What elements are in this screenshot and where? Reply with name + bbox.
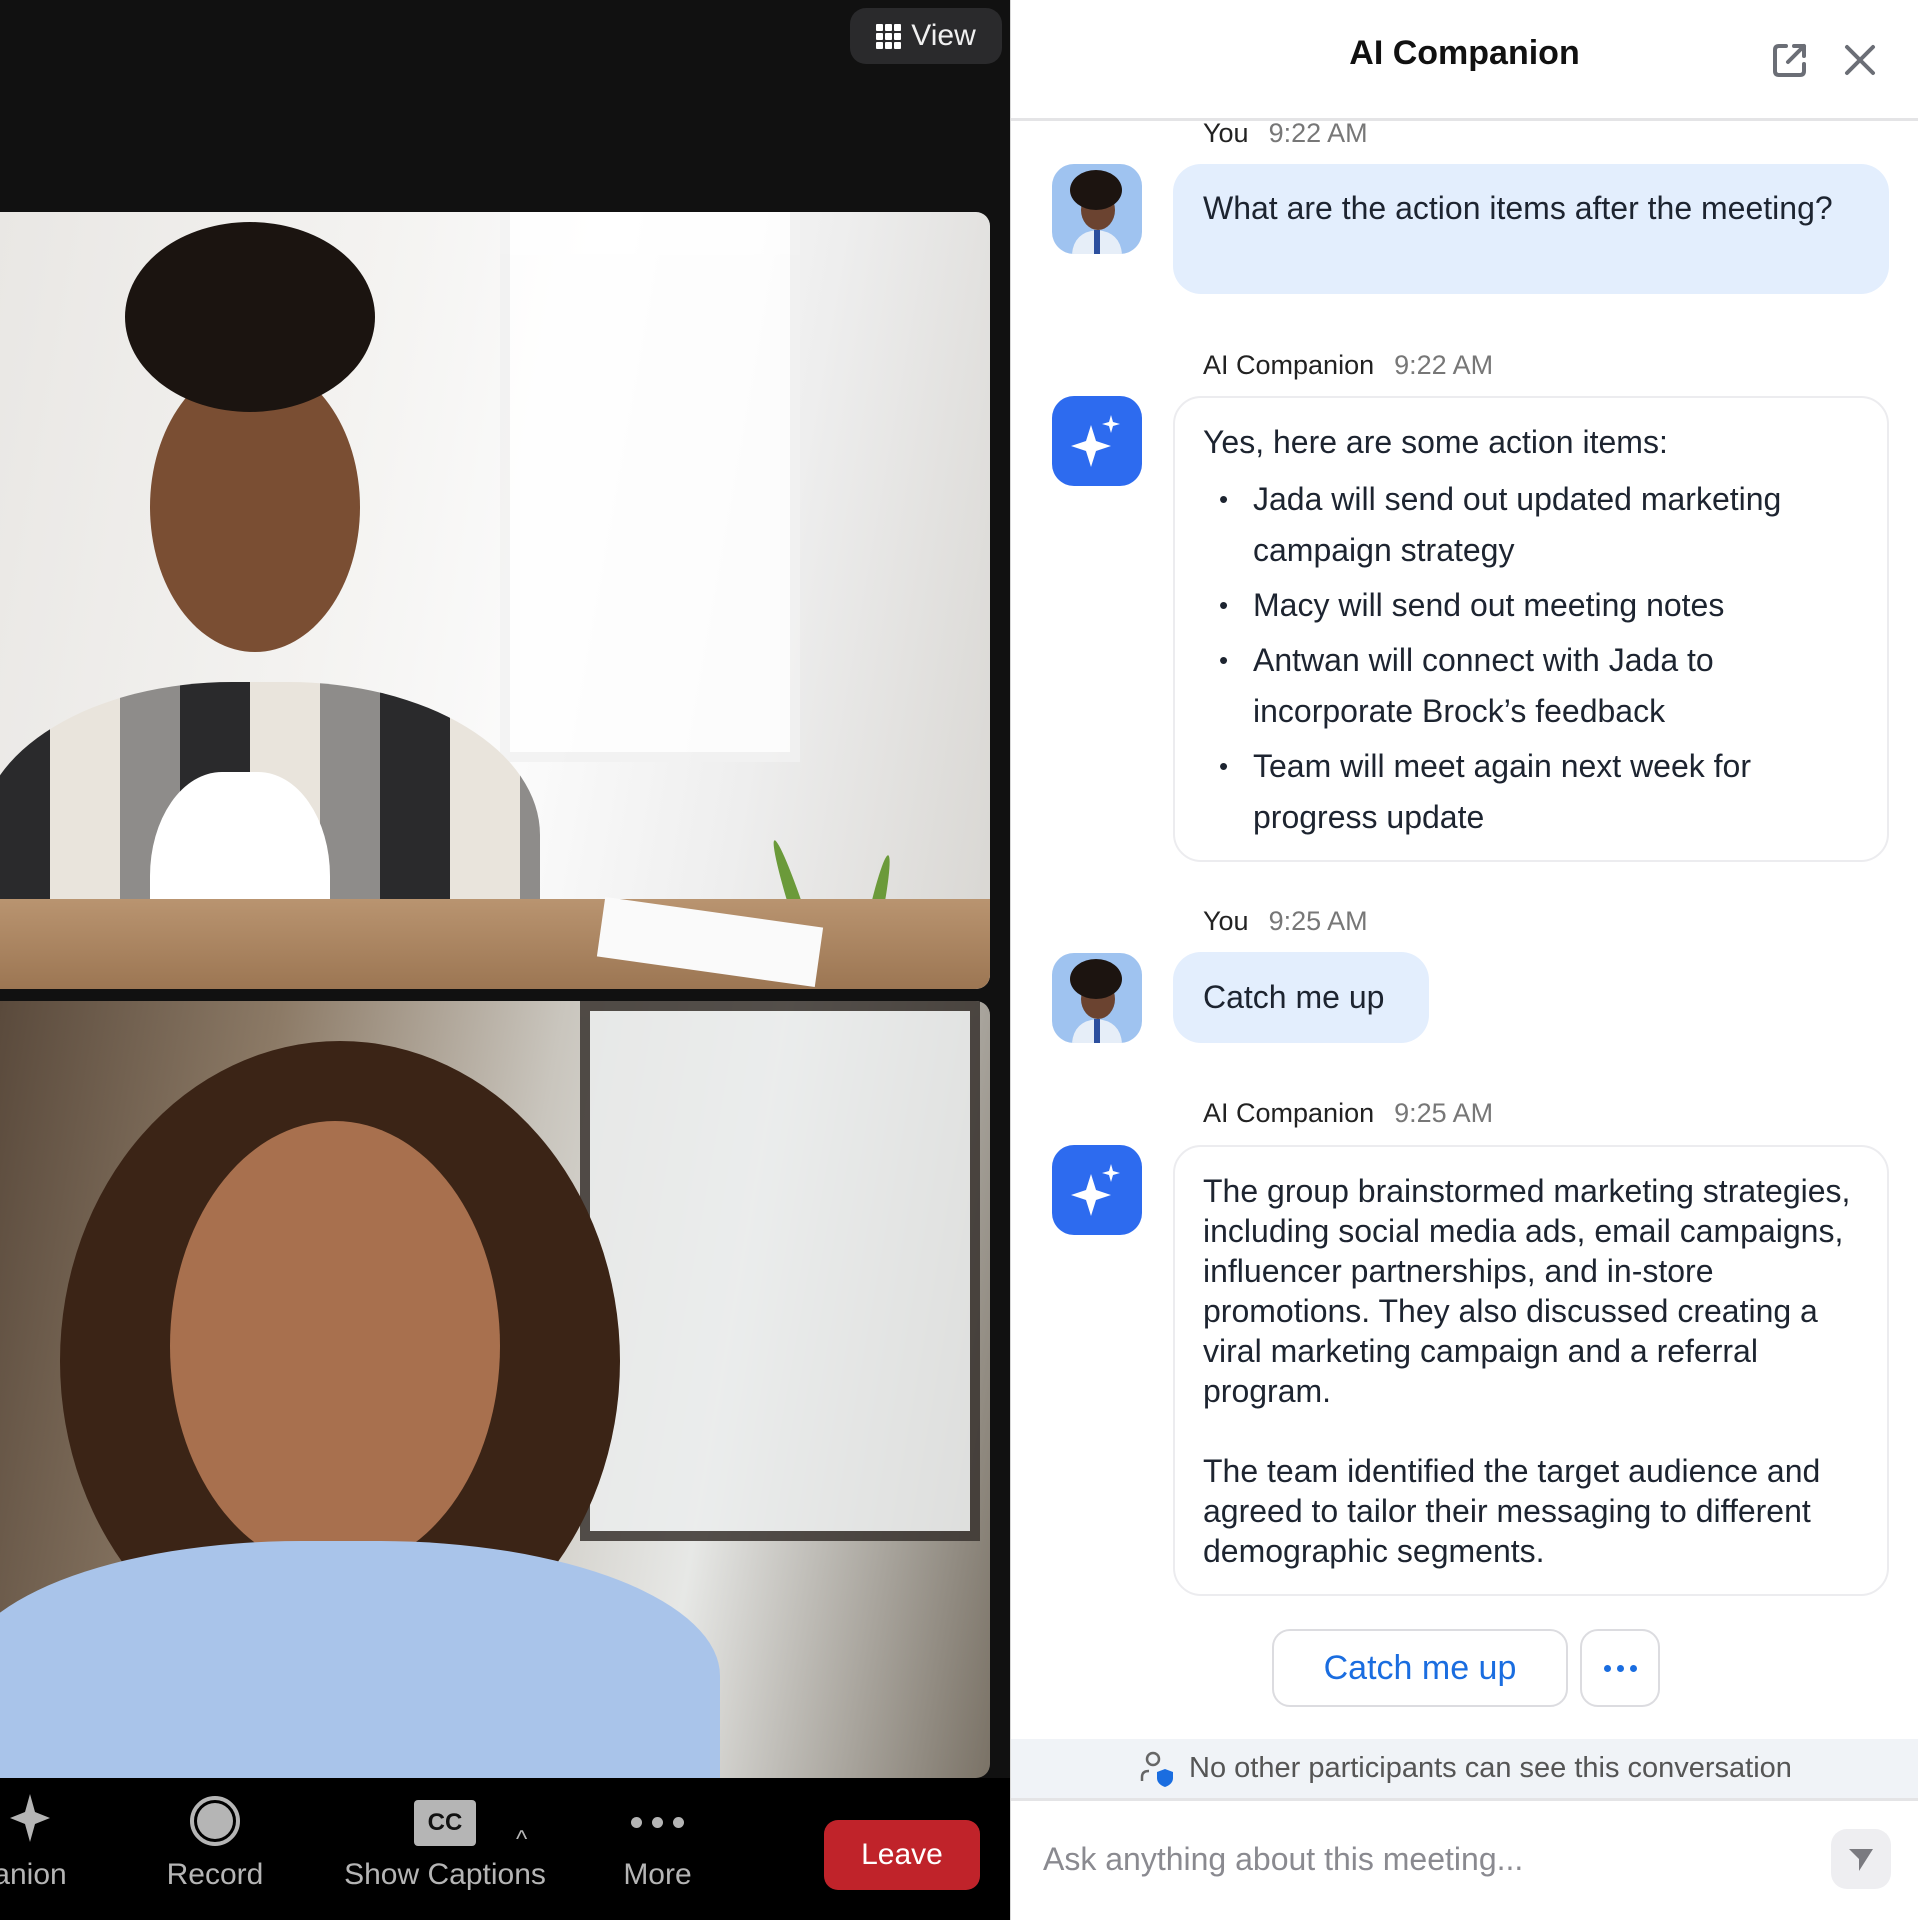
send-button[interactable]	[1831, 1829, 1891, 1889]
close-icon[interactable]	[1838, 38, 1882, 82]
ai-companion-avatar	[1052, 396, 1142, 486]
user-message-bubble: What are the action items after the meet…	[1173, 164, 1889, 294]
view-button[interactable]: View	[850, 8, 1002, 64]
catch-me-up-suggestion-button[interactable]: Catch me up	[1272, 1629, 1568, 1707]
panel-header: AI Companion	[1011, 0, 1918, 121]
message-time: 9:25 AM	[1394, 1098, 1494, 1128]
sender-name: AI Companion	[1203, 350, 1375, 380]
ask-input[interactable]	[1041, 1829, 1801, 1889]
participant-2-shirt	[0, 1541, 720, 1778]
message-time: 9:22 AM	[1394, 350, 1494, 380]
action-item: Jada will send out updated marketing cam…	[1203, 474, 1859, 576]
message-meta: You 9:25 AM	[1203, 906, 1368, 937]
toolbar-label: Record	[166, 1858, 264, 1891]
sparkle-icon	[10, 1778, 50, 1850]
ai-message-bubble: Yes, here are some action items: Jada wi…	[1173, 396, 1889, 862]
user-message-bubble: Catch me up	[1173, 952, 1429, 1043]
ai-message-intro: Yes, here are some action items:	[1203, 424, 1668, 460]
ai-message-bubble: The group brainstormed marketing strateg…	[1173, 1145, 1889, 1596]
send-icon	[1849, 1849, 1873, 1871]
toolbar-record[interactable]: Record	[150, 1778, 280, 1920]
private-user-shield-icon	[1140, 1751, 1174, 1787]
desk	[0, 899, 990, 989]
message-meta: AI Companion 9:22 AM	[1203, 350, 1493, 381]
ai-summary-paragraph: The team identified the target audience …	[1203, 1453, 1821, 1569]
leave-button[interactable]: Leave	[824, 1820, 980, 1890]
toolbar-label: More	[623, 1858, 692, 1891]
sender-name: AI Companion	[1203, 1098, 1375, 1128]
action-item: Team will meet again next week for progr…	[1203, 741, 1859, 843]
message-time: 9:22 AM	[1268, 118, 1368, 148]
more-suggestions-button[interactable]	[1580, 1629, 1660, 1707]
user-avatar	[1052, 953, 1142, 1043]
record-icon	[190, 1796, 240, 1846]
grid-icon	[876, 23, 902, 49]
meeting-view: View anion Record CC Show Captions More …	[0, 0, 1010, 1920]
more-icon	[631, 1817, 684, 1828]
cc-icon: CC	[414, 1800, 476, 1846]
sparkle-icon	[1071, 415, 1120, 467]
participant-2-face	[170, 1121, 500, 1571]
view-button-label: View	[911, 19, 976, 52]
ai-summary-paragraph: The group brainstormed marketing strateg…	[1203, 1173, 1851, 1409]
ai-companion-panel: AI Companion You 9:22 AM What are the act…	[1010, 0, 1920, 1920]
captions-options-chevron-up-icon[interactable]: ^	[516, 1826, 527, 1854]
privacy-notice: No other participants can see this conve…	[1011, 1739, 1918, 1801]
action-item: Macy will send out meeting notes	[1203, 580, 1859, 631]
action-items-list: Jada will send out updated marketing cam…	[1203, 474, 1859, 843]
action-item: Antwan will connect with Jada to incorpo…	[1203, 635, 1859, 737]
chat-input-area	[1011, 1801, 1918, 1920]
window-background	[500, 212, 800, 762]
video-tile-participant-2[interactable]	[0, 1001, 990, 1778]
user-avatar	[1052, 164, 1142, 254]
participant-1-hair	[125, 222, 375, 412]
toolbar-more[interactable]: More	[605, 1778, 710, 1920]
more-icon	[1603, 1664, 1637, 1672]
pop-out-icon[interactable]	[1768, 38, 1812, 82]
sparkle-icon	[1071, 1164, 1120, 1216]
ai-companion-avatar	[1052, 1145, 1142, 1235]
privacy-notice-text: No other participants can see this conve…	[1189, 1752, 1792, 1784]
message-meta: AI Companion 9:25 AM	[1203, 1098, 1493, 1129]
window-background	[580, 1001, 980, 1541]
video-tile-participant-1[interactable]	[0, 212, 990, 989]
sender-name: You	[1203, 118, 1249, 148]
toolbar-ai-companion[interactable]: anion	[0, 1778, 80, 1920]
toolbar-label: anion	[0, 1858, 67, 1891]
sender-name: You	[1203, 906, 1249, 936]
message-meta: You 9:22 AM	[1203, 118, 1368, 149]
toolbar-label: Show Captions	[344, 1858, 546, 1891]
message-time: 9:25 AM	[1268, 906, 1368, 936]
